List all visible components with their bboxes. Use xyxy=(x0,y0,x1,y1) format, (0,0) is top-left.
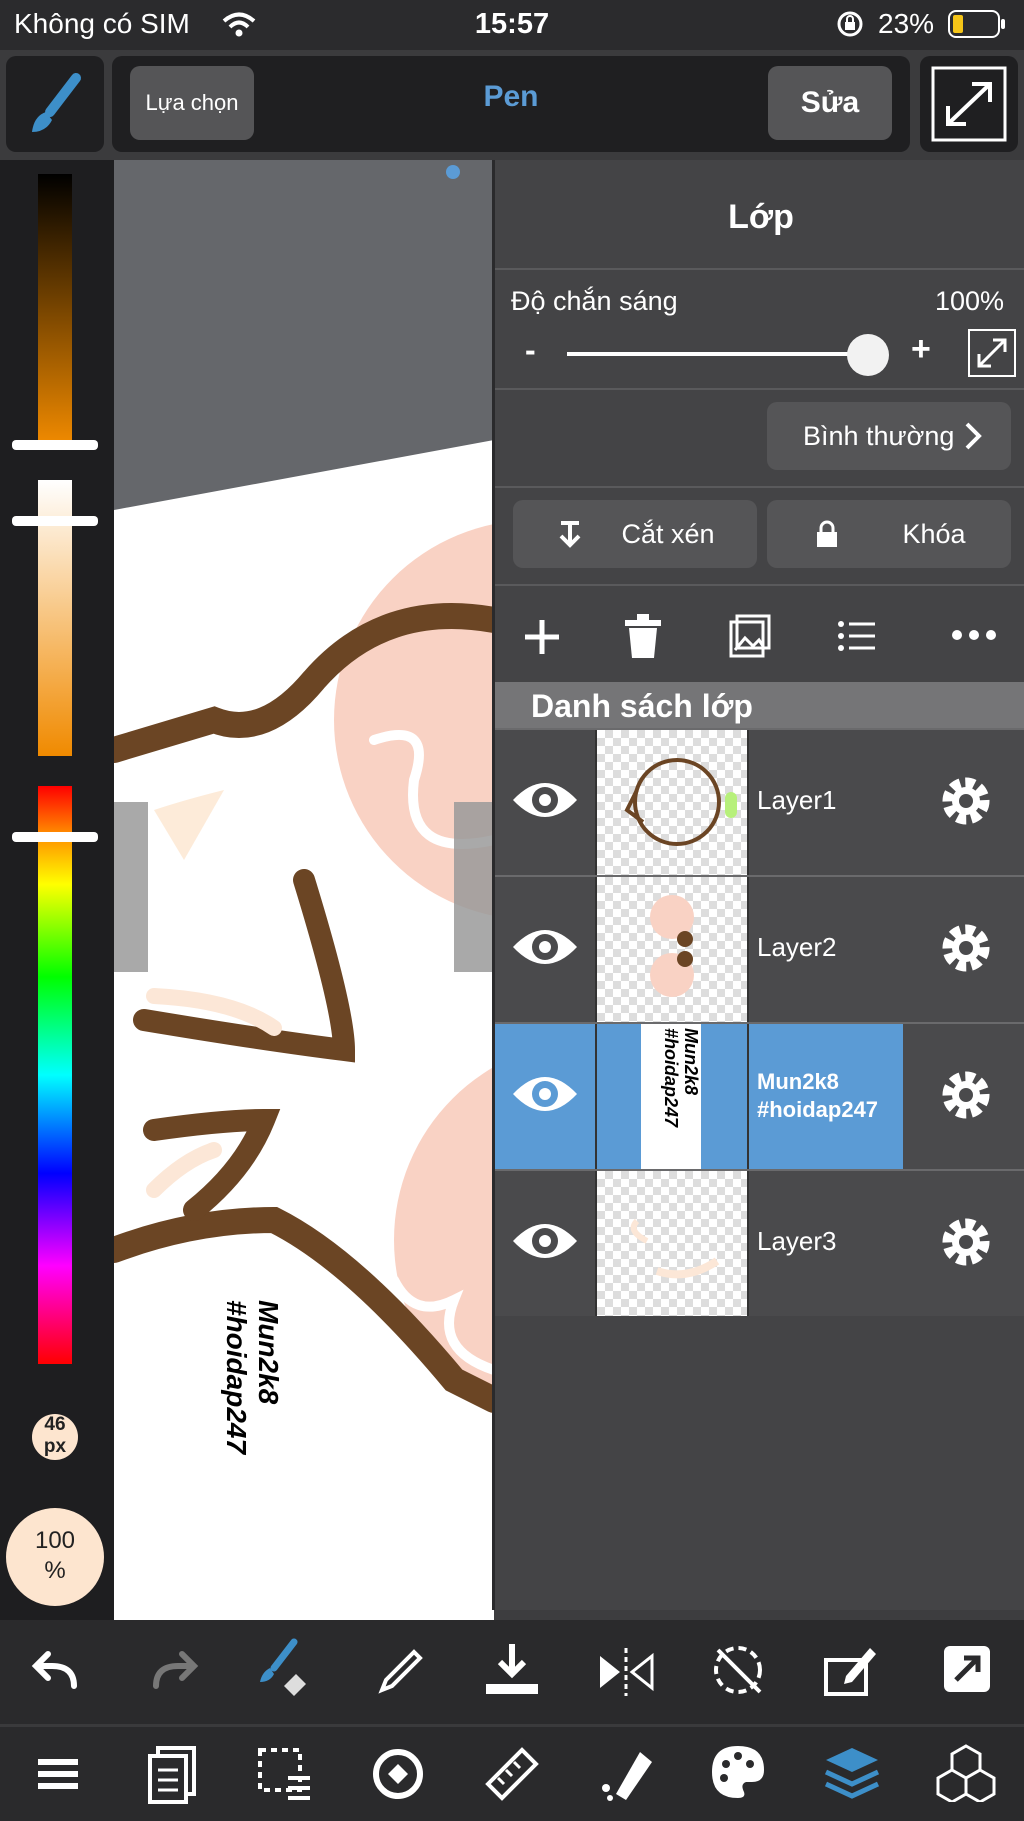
menu-icon[interactable] xyxy=(28,1744,88,1804)
layer-row[interactable]: Layer1 xyxy=(495,728,1024,875)
saturation-handle[interactable] xyxy=(12,516,98,526)
blend-mode-button[interactable]: Bình thường xyxy=(767,402,1011,470)
battery-percent: 23% xyxy=(878,8,935,39)
rotation-lock-icon xyxy=(837,11,863,37)
layer-name: Layer2 xyxy=(757,932,837,962)
opacity-label: Độ chắn sáng xyxy=(511,286,678,316)
blend-mode-label: Bình thường xyxy=(803,420,955,451)
expand-icon xyxy=(931,66,1007,142)
hue-handle[interactable] xyxy=(12,832,98,842)
layer-row-selected[interactable]: Mun2k8 #hoidap247 Mun2k8 #hoidap247 xyxy=(495,1022,1024,1169)
layer-name: Layer3 xyxy=(757,1226,837,1256)
add-layer-icon[interactable] xyxy=(521,616,563,658)
layer1-thumb-art xyxy=(624,758,737,846)
layer-name: Layer1 xyxy=(757,785,837,815)
thumb-watermark: Mun2k8 #hoidap247 xyxy=(661,1028,701,1128)
artwork xyxy=(114,440,494,1620)
selection-icon[interactable] xyxy=(254,1744,314,1804)
gear-icon[interactable] xyxy=(937,919,995,977)
eyedropper-icon[interactable] xyxy=(370,1642,430,1702)
visibility-eye-icon[interactable] xyxy=(511,1215,579,1267)
gear-icon[interactable] xyxy=(937,1066,995,1124)
opacity-indicator[interactable]: 100 % xyxy=(6,1508,104,1606)
brightness-handle[interactable] xyxy=(12,440,98,450)
panel-header: Lớp xyxy=(495,160,1024,270)
layer-thumbnail xyxy=(595,877,749,1022)
brush-swap-icon[interactable] xyxy=(254,1638,314,1698)
lock-label: Khóa xyxy=(902,518,966,549)
save-download-icon[interactable] xyxy=(482,1640,542,1700)
share-icon[interactable] xyxy=(938,1640,998,1700)
ruler-icon[interactable] xyxy=(482,1744,542,1804)
layer-list-header: Danh sách lớp xyxy=(495,682,1024,730)
layers-icon[interactable] xyxy=(822,1742,882,1802)
layer-panel: Lớp Độ chắn sáng 100% - + Bình thường Cắ… xyxy=(492,160,1024,1610)
lock-icon xyxy=(817,520,838,547)
tool-settings-bar: Lựa chọn Pen Sửa xyxy=(112,56,910,152)
redo-icon[interactable] xyxy=(142,1642,202,1702)
flip-icon[interactable] xyxy=(596,1642,656,1702)
layer-actions-row xyxy=(495,588,1024,688)
pages-icon[interactable] xyxy=(142,1744,202,1804)
brush-tool-button[interactable] xyxy=(6,56,104,152)
gear-icon[interactable] xyxy=(937,1213,995,1271)
blend-row: Bình thường xyxy=(495,390,1024,488)
expand-icon[interactable] xyxy=(967,328,1017,378)
hue-slider[interactable] xyxy=(38,786,72,1364)
layer3-thumb-art xyxy=(630,1218,720,1279)
trash-icon[interactable] xyxy=(623,614,663,660)
gear-icon[interactable] xyxy=(937,772,995,830)
opacity-value: 100% xyxy=(935,286,1005,316)
layer-row[interactable]: Layer3 xyxy=(495,1169,1024,1316)
layer-name: Mun2k8 #hoidap247 xyxy=(757,1069,879,1122)
clock: 15:57 xyxy=(474,8,550,40)
brush-icon xyxy=(32,73,81,132)
visibility-eye-icon[interactable] xyxy=(511,1068,579,1120)
layer-thumbnail xyxy=(595,1171,749,1316)
opacity-row: Độ chắn sáng 100% - + xyxy=(495,270,1024,390)
transform-icon[interactable] xyxy=(368,1744,428,1804)
lock-button[interactable]: Khóa xyxy=(767,500,1011,568)
status-bar: Không có SIM 15:57 23% xyxy=(0,0,1024,50)
brightness-slider[interactable] xyxy=(38,174,72,444)
layer-list-title: Danh sách lớp xyxy=(531,688,753,724)
layer-thumbnail: Mun2k8 #hoidap247 xyxy=(595,1024,749,1169)
fullscreen-button[interactable] xyxy=(920,56,1018,152)
clip-arrow-icon xyxy=(560,521,581,548)
chevron-right-icon xyxy=(965,422,983,450)
image-import-icon[interactable] xyxy=(729,614,771,658)
page-indicator-dot xyxy=(446,165,460,179)
bottom-toolbars xyxy=(0,1620,1024,1821)
color-sidebar: 46 px 100 % xyxy=(0,160,114,1620)
opacity-slider-track[interactable] xyxy=(567,352,867,356)
battery-icon xyxy=(948,10,1005,38)
opacity-plus-button[interactable]: + xyxy=(911,330,931,369)
fill-tool-icon[interactable] xyxy=(596,1744,656,1804)
clip-label: Cắt xén xyxy=(621,518,715,549)
layer-row[interactable]: Layer2 xyxy=(495,875,1024,1022)
rotate-reset-icon[interactable] xyxy=(708,1640,768,1700)
clip-button[interactable]: Cắt xén xyxy=(513,500,757,568)
visibility-eye-icon[interactable] xyxy=(511,774,579,826)
opacity-minus-button[interactable]: - xyxy=(525,332,536,369)
clip-lock-row: Cắt xén Khóa xyxy=(495,488,1024,586)
undo-icon[interactable] xyxy=(28,1642,88,1702)
materials-icon[interactable] xyxy=(936,1742,996,1802)
panel-title: Lớp xyxy=(728,198,794,236)
top-toolbar: Lựa chọn Pen Sửa xyxy=(0,50,1024,160)
visibility-eye-icon[interactable] xyxy=(511,921,579,973)
toolbar-divider xyxy=(0,1724,1024,1727)
layer-thumbnail xyxy=(595,730,749,875)
opacity-slider-knob[interactable] xyxy=(847,334,889,376)
more-icon[interactable] xyxy=(951,628,997,642)
watermark-text: Mun2k8 #hoidap247 xyxy=(221,1300,284,1455)
list-icon[interactable] xyxy=(837,620,877,652)
brush-size-indicator[interactable]: 46 px xyxy=(32,1414,78,1460)
edit-button[interactable]: Sửa xyxy=(768,66,892,140)
layer2-thumb-art xyxy=(650,895,694,997)
drawing-canvas[interactable]: Mun2k8 #hoidap247 xyxy=(114,160,494,1620)
edit-canvas-icon[interactable] xyxy=(820,1640,880,1700)
palette-icon[interactable] xyxy=(708,1742,768,1802)
